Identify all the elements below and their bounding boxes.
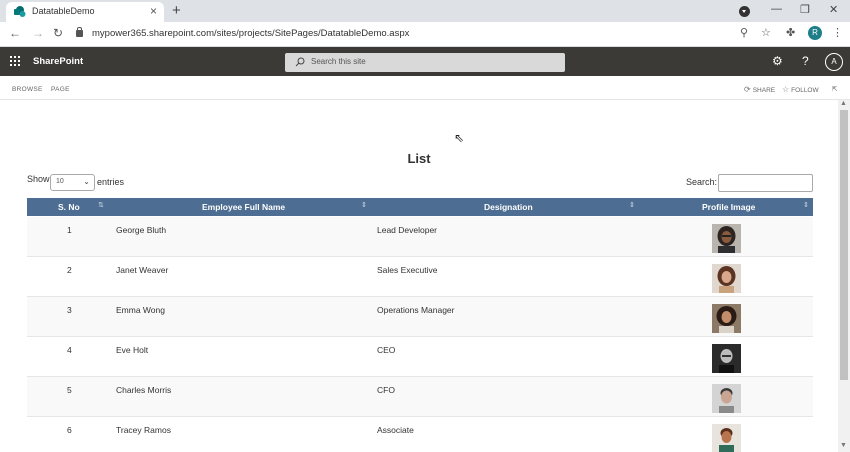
cell-name: Charles Morris <box>116 385 172 395</box>
tab-browse[interactable]: BROWSE <box>12 86 43 93</box>
table-row: 3 Emma Wong Operations Manager <box>27 297 813 337</box>
show-label: Show <box>27 174 50 184</box>
cell-sno: 2 <box>67 265 72 275</box>
table-row: 5 Charles Morris CFO <box>27 377 813 417</box>
cell-designation: CEO <box>377 345 396 355</box>
table-row: 4 Eve Holt CEO <box>27 337 813 377</box>
cell-name: Janet Weaver <box>116 265 169 275</box>
cell-name: George Bluth <box>116 225 167 235</box>
browser-tab[interactable]: DatatableDemo × <box>6 2 164 22</box>
omnibox[interactable]: mypower365.sharepoint.com/sites/projects… <box>76 25 781 44</box>
back-icon[interactable]: ← <box>9 26 21 40</box>
page-content: ⇖ List Show 10 ⌄ entries Search: S. No ⇅… <box>0 100 838 452</box>
scroll-up-icon[interactable]: ▲ <box>840 100 847 107</box>
lock-icon <box>76 27 83 37</box>
tab-close-icon[interactable]: × <box>150 4 157 18</box>
table-search-input[interactable] <box>718 174 813 192</box>
follow-star-icon: ☆ <box>782 85 790 94</box>
scroll-down-icon[interactable]: ▼ <box>840 442 847 449</box>
share-label: SHARE <box>752 87 776 94</box>
tab-page[interactable]: PAGE <box>51 86 70 93</box>
extensions-puzzle-icon[interactable]: ✤ <box>786 26 795 39</box>
cell-designation: Associate <box>377 425 414 435</box>
sort-icon[interactable]: ⇕ <box>361 201 367 209</box>
col-header-sno[interactable]: S. No <box>58 202 80 212</box>
entries-select[interactable]: 10 ⌄ <box>50 174 95 191</box>
sharepoint-favicon-icon <box>14 6 26 17</box>
table-row: 6 Tracey Ramos Associate <box>27 417 813 452</box>
sort-icon[interactable]: ⇕ <box>803 201 809 209</box>
col-header-designation[interactable]: Designation <box>484 202 533 212</box>
browser-tab-bar: DatatableDemo × + — ❐ ✕ <box>0 0 850 22</box>
cell-sno: 6 <box>67 425 72 435</box>
forward-icon[interactable]: → <box>32 26 44 40</box>
entries-label: entries <box>97 177 125 187</box>
settings-gear-icon[interactable]: ⚙ <box>772 54 783 68</box>
profile-photo <box>712 224 741 253</box>
mouse-cursor-icon: ⇖ <box>454 131 465 145</box>
cell-name: Eve Holt <box>116 345 149 355</box>
sort-icon[interactable]: ⇕ <box>629 201 635 209</box>
table-row: 2 Janet Weaver Sales Executive <box>27 257 813 297</box>
chevron-down-icon: ⌄ <box>83 177 90 186</box>
cell-designation: Lead Developer <box>377 225 438 235</box>
cell-designation: Sales Executive <box>377 265 438 275</box>
cell-sno: 1 <box>67 225 72 235</box>
search-icon <box>295 57 305 67</box>
search-placeholder: Search this site <box>311 57 366 66</box>
tab-title: DatatableDemo <box>32 6 95 16</box>
help-icon[interactable]: ? <box>802 54 809 68</box>
url-text: mypower365.sharepoint.com/sites/projects… <box>92 28 410 39</box>
cell-name: Emma Wong <box>116 305 165 315</box>
cell-name: Tracey Ramos <box>116 425 171 435</box>
cell-sno: 4 <box>67 345 72 355</box>
table-header: S. No ⇅ Employee Full Name ⇕ Designation… <box>27 198 813 216</box>
window-close-icon[interactable]: ✕ <box>829 3 838 16</box>
browser-menu-icon[interactable]: ⋮ <box>832 26 843 39</box>
profile-photo <box>712 304 741 333</box>
page-title: List <box>407 151 431 166</box>
address-bar: ← → ↻ mypower365.sharepoint.com/sites/pr… <box>0 22 850 47</box>
scrollbar-thumb[interactable] <box>840 110 848 380</box>
bookmark-star-icon[interactable]: ☆ <box>761 26 771 39</box>
focus-content-icon[interactable]: ⇱ <box>832 85 837 93</box>
new-tab-icon[interactable]: + <box>172 2 181 19</box>
table-search-label: Search: <box>686 177 718 187</box>
share-button[interactable]: ⟳ SHARE <box>744 85 775 94</box>
col-header-profile-image[interactable]: Profile Image <box>702 202 755 212</box>
reload-icon[interactable]: ↻ <box>53 26 63 40</box>
profile-avatar[interactable]: R <box>808 26 822 40</box>
cell-designation: Operations Manager <box>377 305 455 315</box>
profile-photo <box>712 264 741 293</box>
profile-photo <box>712 384 741 413</box>
suite-bar: SharePoint Search this site ⚙ ? A <box>0 47 850 76</box>
follow-label: FOLLOW <box>791 87 819 94</box>
cell-sno: 5 <box>67 385 72 395</box>
col-header-name[interactable]: Employee Full Name <box>202 202 285 212</box>
cell-designation: CFO <box>377 385 395 395</box>
sort-asc-icon[interactable]: ⇅ <box>98 201 104 209</box>
app-name[interactable]: SharePoint <box>33 56 83 67</box>
app-launcher-icon[interactable] <box>10 56 20 66</box>
cell-sno: 3 <box>67 305 72 315</box>
share-icon: ⟳ <box>744 85 751 94</box>
profile-photo <box>712 424 741 452</box>
restore-icon[interactable]: ❐ <box>800 3 810 16</box>
zoom-icon[interactable]: ⚲ <box>740 26 748 39</box>
user-avatar[interactable]: A <box>825 53 843 71</box>
table-row: 1 George Bluth Lead Developer <box>27 217 813 257</box>
tab-search-icon[interactable] <box>739 6 750 17</box>
site-search-box[interactable]: Search this site <box>285 53 565 72</box>
vertical-scrollbar[interactable]: ▲ ▼ <box>838 100 850 452</box>
minimize-icon[interactable]: — <box>771 3 782 15</box>
entries-select-value: 10 <box>56 178 64 185</box>
ribbon: BROWSE PAGE ⟳ SHARE ☆ FOLLOW ⇱ <box>0 76 850 100</box>
profile-photo <box>712 344 741 373</box>
follow-button[interactable]: ☆ FOLLOW <box>782 85 819 94</box>
